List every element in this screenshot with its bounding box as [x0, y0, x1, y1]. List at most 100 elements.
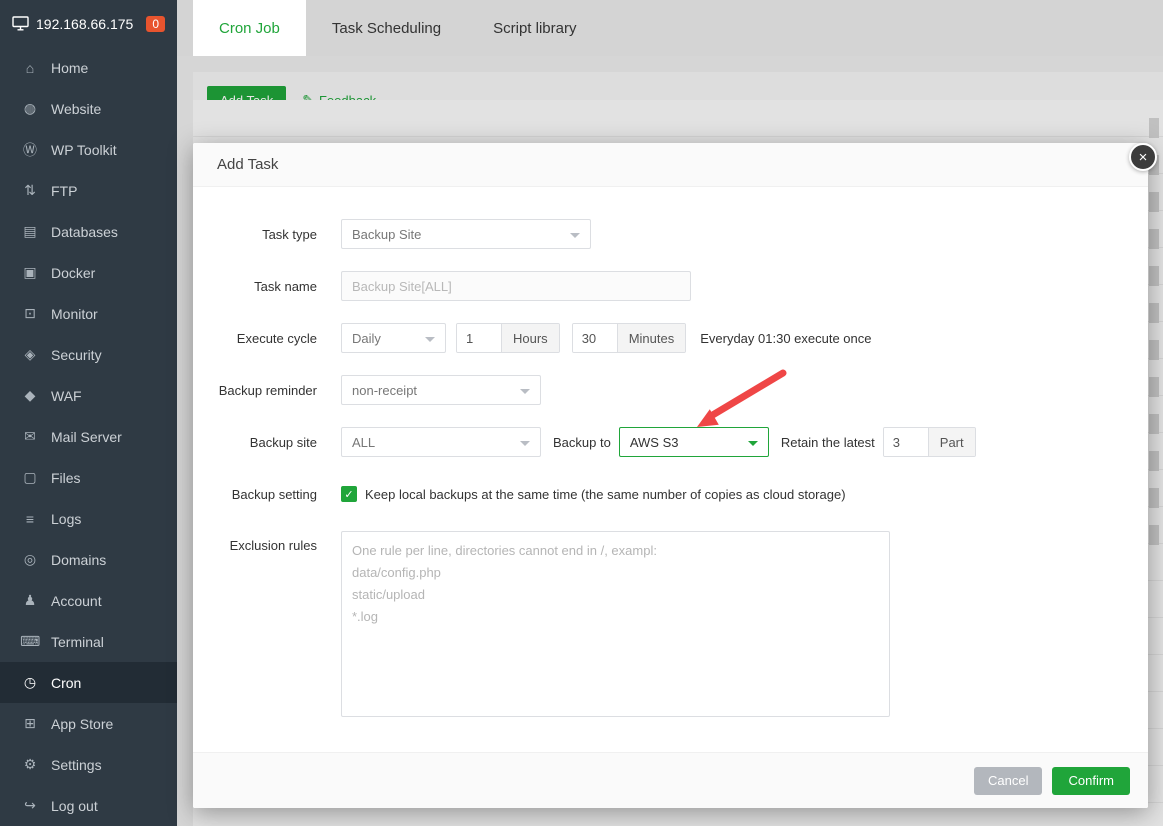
sidebar-item[interactable]: ⊡ Monitor	[0, 293, 177, 334]
sidebar-item[interactable]: ◍ Website	[0, 88, 177, 129]
execute-cycle-label: Execute cycle	[236, 330, 317, 346]
sidebar-item[interactable]: ≡ Logs	[0, 498, 177, 539]
sidebar-item[interactable]: ◆ WAF	[0, 375, 177, 416]
backup-reminder-label: Backup reminder	[218, 382, 317, 398]
tab-cron-job[interactable]: Cron Job	[193, 0, 306, 56]
sidebar-item[interactable]: ▣ Docker	[0, 252, 177, 293]
sidebar-item[interactable]: ↪ Log out	[0, 785, 177, 826]
sidebar-item-label: Home	[51, 59, 89, 76]
sidebar-item-label: Security	[51, 346, 102, 363]
cycle-minute-unit: Minutes	[616, 324, 686, 352]
task-type-select[interactable]: Backup Site	[341, 219, 591, 249]
retain-unit: Part	[927, 428, 975, 456]
backup-reminder-value: non-receipt	[352, 382, 418, 398]
website-icon: ◍	[23, 100, 37, 116]
task-name-row: Task name	[217, 271, 1124, 301]
sidebar-item[interactable]: ⊞ App Store	[0, 703, 177, 744]
sidebar-item[interactable]: ◎ Domains	[0, 539, 177, 580]
sidebar-item-label: Databases	[51, 223, 118, 240]
message-count-badge[interactable]: 0	[146, 15, 166, 32]
task-type-value: Backup Site	[352, 226, 422, 242]
app-store-icon: ⊞	[24, 715, 36, 731]
sidebar-item-label: FTP	[51, 182, 78, 199]
tab-script-library[interactable]: Script library	[467, 0, 602, 56]
mail-server-icon: ✉	[24, 428, 36, 444]
monitor-icon: ⊡	[24, 305, 36, 321]
terminal-icon: ⌨	[20, 633, 41, 649]
backup-reminder-row: Backup reminder non-receipt	[217, 375, 1124, 405]
backup-reminder-select[interactable]: non-receipt	[341, 375, 541, 405]
sidebar-item[interactable]: ♟ Account	[0, 580, 177, 621]
tab-label: Task Scheduling	[331, 19, 442, 37]
sidebar-item[interactable]: ⇅ FTP	[0, 170, 177, 211]
retain-label: Retain the latest	[780, 434, 875, 450]
exclusion-rules-row: Exclusion rules	[217, 531, 1124, 717]
backup-setting-label: Backup setting	[231, 486, 317, 502]
cycle-hour-unit: Hours	[501, 324, 559, 352]
account-icon: ♟	[23, 592, 37, 608]
server-ip: 192.168.66.175	[36, 15, 134, 32]
sidebar-item-label: Domains	[51, 551, 107, 568]
cancel-button[interactable]: Cancel	[974, 766, 1043, 795]
sidebar-item-label: Terminal	[51, 633, 104, 650]
sidebar-item-label: App Store	[51, 715, 114, 732]
waf-icon: ◆	[24, 387, 36, 403]
cycle-minute-group: Minutes	[571, 323, 687, 353]
sidebar-item[interactable]: ⚙ Settings	[0, 744, 177, 785]
add-task-modal: Add Task × Task type Backup Site Task na…	[193, 143, 1157, 808]
task-name-input[interactable]	[341, 271, 691, 301]
settings-icon: ⚙	[23, 756, 37, 772]
sidebar-item-label: Cron	[51, 674, 82, 691]
sidebar-item[interactable]: ▢ Files	[0, 457, 177, 498]
sidebar-item[interactable]: ▤ Databases	[0, 211, 177, 252]
ftp-icon: ⇅	[24, 182, 36, 198]
cycle-hour-input[interactable]	[457, 324, 501, 352]
home-icon: ⌂	[25, 59, 35, 76]
sidebar-item-label: Docker	[51, 264, 96, 281]
retain-group: Part	[882, 427, 976, 457]
keep-local-backups-checkbox[interactable]	[341, 486, 357, 502]
sidebar-item-label: Files	[51, 469, 81, 486]
backup-to-value: AWS S3	[629, 434, 679, 450]
backup-site-select[interactable]: ALL	[341, 427, 541, 457]
backup-to-select[interactable]: AWS S3	[618, 427, 769, 457]
cron-icon: ◷	[23, 674, 37, 690]
tab-label: Script library	[493, 19, 577, 37]
task-type-row: Task type Backup Site	[217, 219, 1124, 249]
sidebar-item[interactable]: ⌂ Home	[0, 47, 177, 88]
sidebar-item-label: Account	[51, 592, 102, 609]
backup-setting-row: Backup setting Keep local backups at the…	[217, 479, 1124, 509]
sidebar-item[interactable]: ✉ Mail Server	[0, 416, 177, 457]
security-icon: ◈	[24, 346, 36, 362]
domains-icon: ◎	[23, 551, 37, 567]
sidebar-item-label: WAF	[51, 387, 82, 404]
logs-icon: ≡	[25, 510, 35, 527]
cycle-period-select[interactable]: Daily	[341, 323, 446, 353]
sidebar-item[interactable]: ◷ Cron	[0, 662, 177, 703]
backup-to-label: Backup to	[553, 434, 611, 450]
sidebar-item[interactable]: Ⓦ WP Toolkit	[0, 129, 177, 170]
sidebar-item-label: Website	[51, 100, 102, 117]
tab-bar: Cron Job Task Scheduling Script library	[177, 0, 1163, 56]
sidebar-item[interactable]: ◈ Security	[0, 334, 177, 375]
tab-label: Cron Job	[219, 19, 280, 37]
sidebar-item[interactable]: ⌨ Terminal	[0, 621, 177, 662]
tab-task-scheduling[interactable]: Task Scheduling	[306, 0, 467, 56]
docker-icon: ▣	[23, 264, 37, 280]
add-task-form: Task type Backup Site Task name Execute …	[193, 187, 1148, 717]
close-icon[interactable]: ×	[1129, 143, 1157, 171]
sidebar-nav: ⌂ Home ◍ Website Ⓦ WP Toolkit ⇅ FTP ▤ Da…	[0, 47, 177, 826]
retain-input[interactable]	[883, 428, 928, 456]
cycle-minute-input[interactable]	[572, 324, 617, 352]
modal-footer: Cancel Confirm	[193, 752, 1148, 808]
sidebar-item-label: Monitor	[51, 305, 98, 322]
server-selector[interactable]: 192.168.66.175 0	[0, 0, 177, 47]
backup-site-value: ALL	[352, 434, 376, 450]
confirm-button[interactable]: Confirm	[1052, 766, 1130, 795]
exclusion-rules-textarea[interactable]	[341, 531, 890, 717]
log-out-icon: ↪	[24, 797, 36, 813]
sidebar: 192.168.66.175 0 ⌂ Home ◍ Website Ⓦ WP T…	[0, 0, 177, 826]
sidebar-item-label: Logs	[51, 510, 82, 527]
cycle-period-value: Daily	[352, 330, 381, 346]
files-icon: ▢	[23, 469, 37, 485]
